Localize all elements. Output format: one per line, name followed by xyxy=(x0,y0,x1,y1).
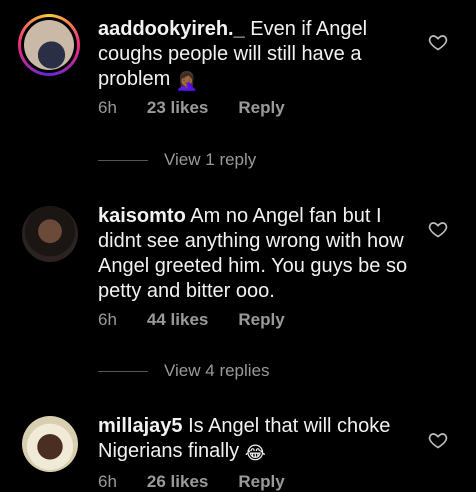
avatar[interactable] xyxy=(22,416,78,472)
comment-meta: 6h 26 likes Reply xyxy=(98,472,285,492)
view-replies-button[interactable]: View 4 replies xyxy=(98,361,270,381)
comment-username[interactable]: aaddookyireh._ xyxy=(98,18,245,40)
facepalm-emoji: 🤦🏾‍♀️ xyxy=(175,71,199,91)
likes-count[interactable]: 44 likes xyxy=(147,310,208,330)
view-replies-label: View 4 replies xyxy=(164,361,270,380)
comment-time: 6h xyxy=(98,472,117,491)
heart-icon[interactable] xyxy=(428,219,448,239)
laughing-emoji: 😂 xyxy=(244,443,266,463)
heart-icon[interactable] xyxy=(428,32,448,52)
comment-time: 6h xyxy=(98,98,117,117)
avatar[interactable] xyxy=(22,206,78,262)
divider-line xyxy=(98,370,148,372)
likes-count[interactable]: 26 likes xyxy=(147,472,208,492)
comment-text: aaddookyireh._ Even if Angel coughs peop… xyxy=(98,17,408,94)
comment-meta: 6h 23 likes Reply xyxy=(98,98,285,118)
avatar[interactable] xyxy=(18,14,80,76)
comment-username[interactable]: kaisomto xyxy=(98,205,186,227)
view-replies-button[interactable]: View 1 reply xyxy=(98,150,256,170)
heart-icon[interactable] xyxy=(428,430,448,450)
comment-time: 6h xyxy=(98,310,117,329)
view-replies-label: View 1 reply xyxy=(164,150,257,169)
comment-text: kaisomto Am no Angel fan but I didnt see… xyxy=(98,204,408,304)
reply-button[interactable]: Reply xyxy=(238,310,284,330)
likes-count[interactable]: 23 likes xyxy=(147,98,208,118)
comment-username[interactable]: millajay5 xyxy=(98,415,183,437)
comment-meta: 6h 44 likes Reply xyxy=(98,310,285,330)
comment-text: millajay5 Is Angel that will choke Niger… xyxy=(98,414,408,466)
reply-button[interactable]: Reply xyxy=(238,472,284,492)
reply-button[interactable]: Reply xyxy=(238,98,284,118)
divider-line xyxy=(98,159,148,161)
